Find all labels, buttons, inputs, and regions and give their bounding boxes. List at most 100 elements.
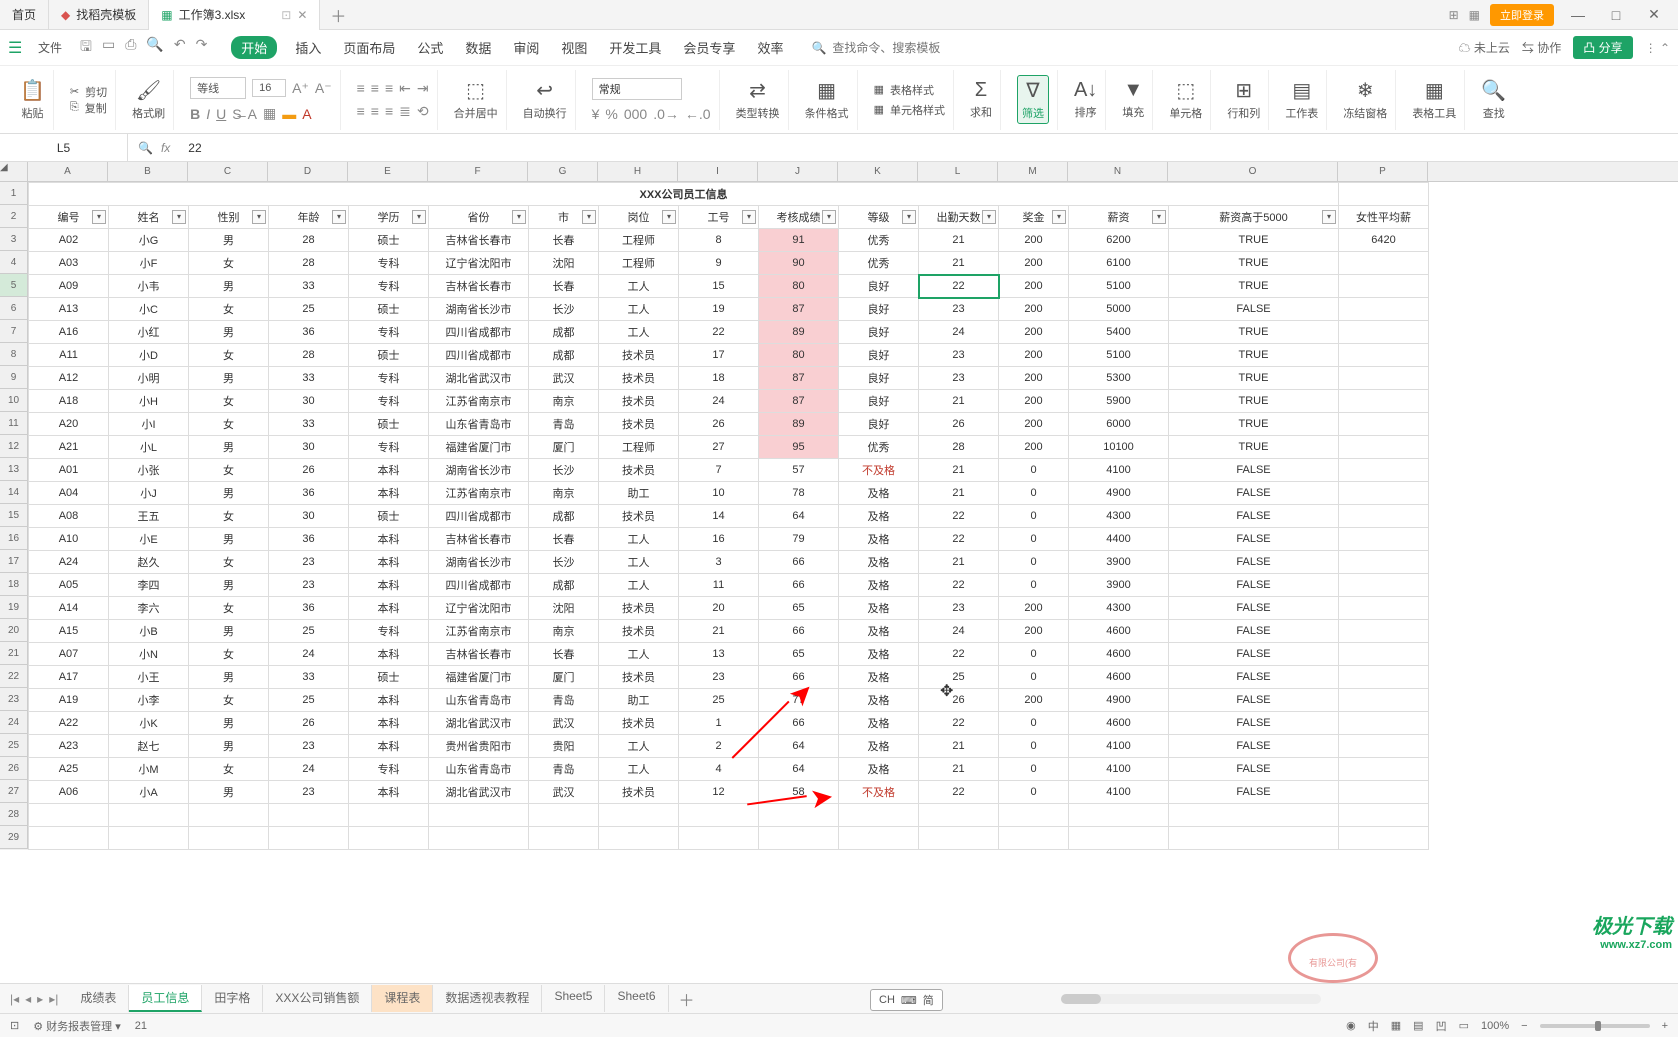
table-cell[interactable]: 90 (759, 252, 839, 275)
zoom-slider[interactable] (1540, 1024, 1650, 1028)
table-cell[interactable] (429, 827, 529, 850)
table-cell[interactable]: 男 (189, 229, 269, 252)
close-window-button[interactable]: ✕ (1640, 6, 1668, 23)
table-cell[interactable]: 小K (109, 712, 189, 735)
row-number-10[interactable]: 10 (0, 389, 28, 412)
font-color-icon[interactable]: A (302, 106, 311, 122)
sheet-last-icon[interactable]: ▸| (49, 992, 58, 1006)
table-cell[interactable]: 9 (679, 252, 759, 275)
table-cell[interactable]: 本科 (349, 459, 429, 482)
sheet-tab[interactable]: 田字格 (202, 985, 263, 1012)
sheet-tab[interactable]: 课程表 (372, 985, 433, 1012)
table-cell[interactable]: 本科 (349, 528, 429, 551)
table-cell[interactable]: 21 (919, 735, 999, 758)
table-cell[interactable]: 36 (269, 482, 349, 505)
table-cell[interactable]: 山东省青岛市 (429, 758, 529, 781)
table-cell[interactable]: 李六 (109, 597, 189, 620)
table-cell[interactable]: 武汉 (529, 367, 599, 390)
table-cell[interactable]: 36 (269, 321, 349, 344)
table-cell[interactable]: 男 (189, 666, 269, 689)
row-number-28[interactable]: 28 (0, 803, 28, 826)
view-read-icon[interactable]: ▭ (1459, 1019, 1469, 1032)
sum-button[interactable]: Σ求和 (970, 79, 992, 120)
table-cell[interactable] (1339, 804, 1429, 827)
horizontal-scrollbar[interactable] (705, 994, 1678, 1004)
table-cell[interactable]: A04 (29, 482, 109, 505)
table-cell[interactable]: 17 (679, 344, 759, 367)
menu-tab-2[interactable]: 页面布局 (339, 36, 399, 59)
table-cell[interactable] (29, 827, 109, 850)
table-cell[interactable]: 33 (269, 666, 349, 689)
table-cell[interactable]: 0 (999, 551, 1069, 574)
table-cell[interactable]: 小王 (109, 666, 189, 689)
table-cell[interactable] (349, 827, 429, 850)
table-cell[interactable]: 小M (109, 758, 189, 781)
table-cell[interactable] (1339, 643, 1429, 666)
row-number-17[interactable]: 17 (0, 550, 28, 573)
table-cell[interactable]: 沈阳 (529, 252, 599, 275)
table-cell[interactable]: 技术员 (599, 597, 679, 620)
table-cell[interactable]: 硕士 (349, 413, 429, 436)
table-cell[interactable]: 本科 (349, 712, 429, 735)
table-cell[interactable]: 王五 (109, 505, 189, 528)
row-number-6[interactable]: 6 (0, 297, 28, 320)
table-cell[interactable]: 李四 (109, 574, 189, 597)
table-cell[interactable]: 36 (269, 528, 349, 551)
table-style-button[interactable]: ▦ 表格样式 (874, 82, 934, 98)
menu-tab-8[interactable]: 会员专享 (679, 36, 739, 59)
grid-icon-1[interactable]: ⊞ (1449, 8, 1459, 22)
table-cell[interactable]: 及格 (839, 620, 919, 643)
table-cell[interactable]: 湖北省武汉市 (429, 712, 529, 735)
table-cell[interactable]: TRUE (1169, 436, 1339, 459)
table-cell[interactable] (1339, 436, 1429, 459)
table-cell[interactable]: 长沙 (529, 459, 599, 482)
table-cell[interactable]: A06 (29, 781, 109, 804)
table-cell[interactable]: TRUE (1169, 367, 1339, 390)
table-cell[interactable]: 长沙 (529, 551, 599, 574)
table-cell[interactable]: 及格 (839, 551, 919, 574)
table-cell[interactable]: 小L (109, 436, 189, 459)
table-cell[interactable]: TRUE (1169, 390, 1339, 413)
table-cell[interactable]: 男 (189, 482, 269, 505)
table-cell[interactable]: TRUE (1169, 275, 1339, 298)
table-header[interactable]: 等级▾ (839, 206, 919, 229)
table-cell[interactable]: 0 (999, 712, 1069, 735)
align-dist-icon[interactable]: ≣ (399, 103, 411, 120)
indent-dec-icon[interactable]: ⇤ (399, 80, 411, 97)
table-cell[interactable]: 工人 (599, 551, 679, 574)
table-cell[interactable]: 95 (759, 436, 839, 459)
table-cell[interactable]: 25 (679, 689, 759, 712)
format-painter-button[interactable]: 🖌格式刷 (132, 78, 165, 121)
table-cell[interactable]: 小H (109, 390, 189, 413)
minimize-button[interactable]: — (1564, 7, 1592, 23)
record-icon[interactable]: ⊡ (10, 1019, 19, 1032)
table-cell[interactable]: 23 (269, 551, 349, 574)
table-cell[interactable]: 助工 (599, 689, 679, 712)
table-cell[interactable]: 0 (999, 735, 1069, 758)
search-input[interactable] (832, 41, 952, 55)
table-cell[interactable]: 女 (189, 597, 269, 620)
table-cell[interactable]: 10 (679, 482, 759, 505)
table-cell[interactable] (679, 804, 759, 827)
col-header-P[interactable]: P (1338, 162, 1428, 181)
table-header[interactable]: 考核成绩▾ (759, 206, 839, 229)
table-cell[interactable]: 23 (269, 735, 349, 758)
table-cell[interactable]: TRUE (1169, 229, 1339, 252)
table-cell[interactable] (269, 827, 349, 850)
fill-color-icon[interactable]: ▬ (282, 106, 296, 122)
table-cell[interactable]: 女 (189, 505, 269, 528)
filter-arrow-icon[interactable]: ▾ (92, 210, 106, 224)
table-cell[interactable]: 吉林省长春市 (429, 643, 529, 666)
sheet-tab[interactable]: XXX公司销售额 (263, 985, 372, 1012)
table-cell[interactable]: 80 (759, 275, 839, 298)
table-cell[interactable] (1339, 298, 1429, 321)
table-cell[interactable]: 22 (919, 712, 999, 735)
table-cell[interactable]: 男 (189, 781, 269, 804)
table-cell[interactable]: 青岛 (529, 413, 599, 436)
table-cell[interactable]: 技术员 (599, 367, 679, 390)
table-cell[interactable]: FALSE (1169, 758, 1339, 781)
table-cell[interactable]: 工人 (599, 735, 679, 758)
table-header[interactable]: 薪资▾ (1069, 206, 1169, 229)
table-cell[interactable]: 良好 (839, 367, 919, 390)
table-cell[interactable]: TRUE (1169, 252, 1339, 275)
